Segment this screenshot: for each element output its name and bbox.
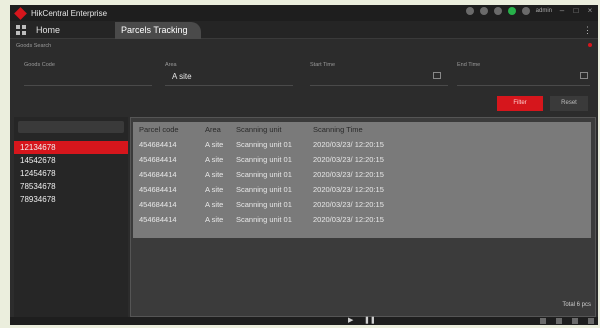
goods-search-title: Goods Search	[16, 43, 52, 49]
header-area[interactable]: Area	[205, 125, 221, 134]
cell-parcel-code: 454684414	[139, 185, 177, 194]
tab-home[interactable]: Home	[36, 23, 60, 37]
list-item[interactable]: 12134678	[14, 141, 128, 154]
table-row[interactable]: 454684414 A site Scanning unit 01 2020/0…	[133, 137, 591, 152]
cell-scanning-time: 2020/03/23/ 12:20:15	[313, 155, 384, 164]
minimize-icon[interactable]: –	[558, 7, 566, 15]
username[interactable]: admin	[536, 8, 552, 14]
table-row[interactable]: 454684414 A site Scanning unit 01 2020/0…	[133, 152, 591, 167]
header-scanning-unit[interactable]: Scanning unit	[236, 125, 281, 134]
cell-parcel-code: 454684414	[139, 140, 177, 149]
fullscreen-icon[interactable]	[588, 318, 594, 324]
app-title: HikCentral Enterprise	[31, 8, 108, 18]
area-field[interactable]: A site	[172, 72, 192, 81]
list-search-input[interactable]	[18, 121, 124, 133]
user-icon[interactable]	[521, 7, 530, 15]
alarm-icon[interactable]	[465, 7, 474, 15]
menu-grid-icon[interactable]	[16, 25, 26, 35]
header-scanning-time[interactable]: Scanning Time	[313, 125, 363, 134]
list-item[interactable]: 14542678	[14, 154, 128, 167]
status-icon[interactable]	[507, 7, 516, 15]
list-item[interactable]: 78934678	[14, 193, 128, 206]
table-row[interactable]: 454684414 A site Scanning unit 01 2020/0…	[133, 167, 591, 182]
cell-area: A site	[205, 185, 224, 194]
goods-code-label: Goods Code	[24, 62, 55, 68]
layout-icon[interactable]	[572, 318, 578, 324]
cell-parcel-code: 454684414	[139, 170, 177, 179]
cell-parcel-code: 454684414	[139, 155, 177, 164]
cell-scanning-time: 2020/03/23/ 12:20:15	[313, 215, 384, 224]
table-row[interactable]: 454684414 A site Scanning unit 01 2020/0…	[133, 197, 591, 212]
calendar-icon[interactable]	[580, 72, 588, 79]
cell-area: A site	[205, 155, 224, 164]
goods-code-field[interactable]	[24, 85, 152, 86]
cell-scanning-unit: Scanning unit 01	[236, 155, 292, 164]
filter-button[interactable]: Filter	[497, 96, 543, 111]
tracking-table-panel: Parcel code Area Scanning unit Scanning …	[130, 117, 596, 317]
end-time-field[interactable]	[457, 85, 590, 86]
parcel-code-list-panel: 12134678 14542678 12454678 78534678 7893…	[14, 117, 128, 317]
pause-icon[interactable]: ❚❚	[364, 317, 376, 325]
list-item[interactable]: 12454678	[14, 167, 128, 180]
cell-scanning-time: 2020/03/23/ 12:20:15	[313, 200, 384, 209]
info-icon[interactable]	[493, 7, 502, 15]
cell-area: A site	[205, 170, 224, 179]
start-time-label: Start Time	[310, 62, 336, 68]
calendar-icon[interactable]	[433, 72, 441, 79]
app-logo-icon	[14, 6, 27, 20]
area-label: Area	[165, 62, 177, 68]
end-time-label: End Time	[457, 62, 481, 68]
play-icon[interactable]: ▶	[348, 317, 353, 325]
record-icon[interactable]	[556, 318, 562, 324]
settings-icon[interactable]	[479, 7, 488, 15]
cell-scanning-unit: Scanning unit 01	[236, 215, 292, 224]
cell-parcel-code: 454684414	[139, 200, 177, 209]
total-count: Total 6 pcs	[562, 302, 591, 308]
list-item[interactable]: 78534678	[14, 180, 128, 193]
tab-bar: Home Parcels Tracking ⋮	[10, 21, 598, 39]
tab-parcels-tracking[interactable]: Parcels Tracking	[115, 22, 201, 39]
area-field-underline	[165, 85, 293, 86]
parcel-code-list: 12134678 14542678 12454678 78534678 7893…	[14, 141, 128, 206]
cell-scanning-time: 2020/03/23/ 12:20:15	[313, 170, 384, 179]
app-window: HikCentral Enterprise admin – □ × Home P…	[10, 5, 598, 325]
cell-scanning-unit: Scanning unit 01	[236, 140, 292, 149]
title-bar: HikCentral Enterprise admin – □ ×	[10, 5, 598, 21]
screenshot-icon[interactable]	[540, 318, 546, 324]
cell-scanning-time: 2020/03/23/ 12:20:15	[313, 185, 384, 194]
indicator-dot-icon	[588, 43, 592, 47]
tracking-table: Parcel code Area Scanning unit Scanning …	[133, 122, 591, 238]
table-row[interactable]: 454684414 A site Scanning unit 01 2020/0…	[133, 182, 591, 197]
table-header-row: Parcel code Area Scanning unit Scanning …	[133, 122, 591, 137]
cell-area: A site	[205, 200, 224, 209]
close-icon[interactable]: ×	[586, 7, 594, 15]
title-bar-controls: admin – □ ×	[465, 7, 594, 15]
maximize-icon[interactable]: □	[572, 7, 580, 15]
table-row[interactable]: 454684414 A site Scanning unit 01 2020/0…	[133, 212, 591, 227]
cell-area: A site	[205, 140, 224, 149]
reset-button[interactable]: Reset	[550, 96, 588, 111]
cell-area: A site	[205, 215, 224, 224]
start-time-field[interactable]	[310, 85, 448, 86]
cell-scanning-unit: Scanning unit 01	[236, 185, 292, 194]
header-parcel-code[interactable]: Parcel code	[139, 125, 179, 134]
more-menu-icon[interactable]: ⋮	[583, 25, 592, 36]
cell-scanning-unit: Scanning unit 01	[236, 170, 292, 179]
cell-scanning-time: 2020/03/23/ 12:20:15	[313, 140, 384, 149]
cell-parcel-code: 454684414	[139, 215, 177, 224]
playback-bar: ▶ ❚❚	[10, 317, 598, 325]
cell-scanning-unit: Scanning unit 01	[236, 200, 292, 209]
